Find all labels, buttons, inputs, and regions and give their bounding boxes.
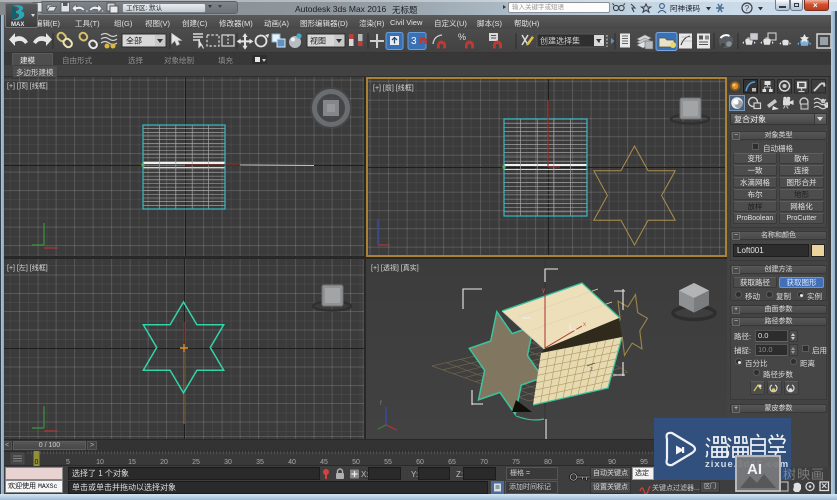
svg-text:x: x	[583, 322, 586, 328]
svg-text:MAX: MAX	[11, 22, 24, 27]
svg-text:80: 80	[544, 459, 552, 466]
svg-text:70: 70	[480, 459, 488, 466]
svg-text:全部: 全部	[126, 36, 142, 46]
svg-text:50: 50	[352, 459, 360, 466]
svg-text:AI: AI	[747, 461, 762, 478]
svg-text:25: 25	[192, 459, 200, 466]
svg-text:3: 3	[411, 36, 417, 47]
svg-text:5: 5	[66, 459, 70, 466]
svg-text:20: 20	[160, 459, 168, 466]
svg-text:60: 60	[416, 459, 424, 466]
svg-text:90: 90	[608, 459, 616, 466]
svg-text:阿神谏码: 阿神谏码	[670, 3, 700, 13]
svg-text:95: 95	[640, 459, 648, 466]
svg-text:f: f	[380, 401, 382, 407]
svg-text:视图: 视图	[310, 36, 326, 46]
svg-text:40: 40	[288, 459, 296, 466]
svg-text:15: 15	[128, 459, 136, 466]
svg-text:z: z	[590, 367, 593, 373]
svg-text:45: 45	[320, 459, 328, 466]
svg-text:10: 10	[96, 459, 104, 466]
svg-text:85: 85	[576, 459, 584, 466]
svg-text:%: %	[458, 32, 466, 42]
svg-text:55: 55	[384, 459, 392, 466]
svg-text:35: 35	[256, 459, 264, 466]
svg-text:30: 30	[224, 459, 232, 466]
svg-text:?: ?	[745, 4, 750, 13]
svg-text:y: y	[542, 288, 545, 294]
svg-text:75: 75	[512, 459, 520, 466]
svg-text:0: 0	[35, 459, 39, 466]
svg-text:65: 65	[448, 459, 456, 466]
svg-text:创建选择集: 创建选择集	[540, 36, 580, 46]
